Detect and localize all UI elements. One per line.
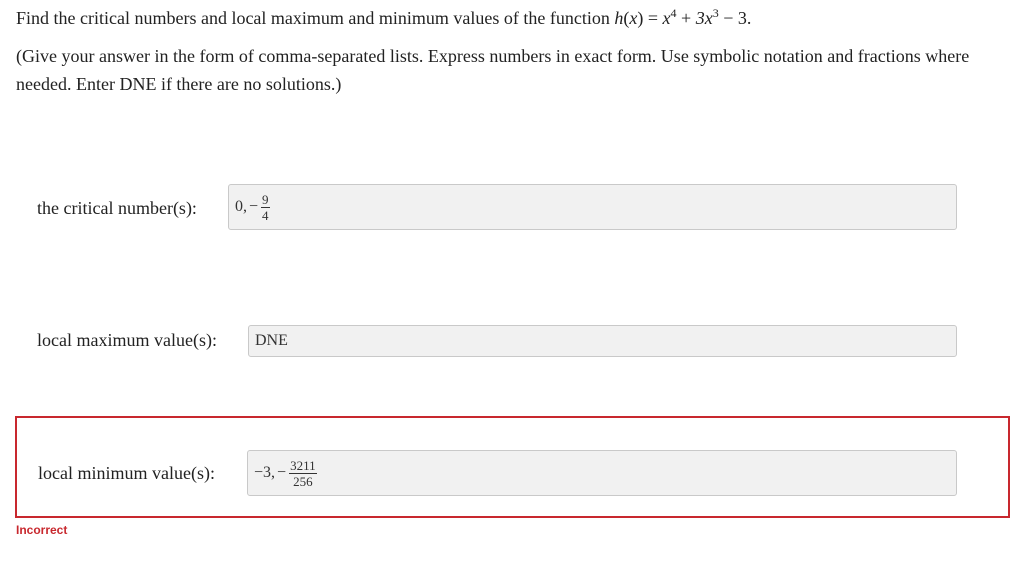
critical-value-lead: 0, (235, 198, 247, 215)
question-text: Find the critical numbers and local maxi… (16, 6, 752, 28)
term2-exponent: 3 (712, 6, 719, 20)
status-incorrect: Incorrect (16, 523, 68, 537)
critical-fraction-denominator: 4 (262, 207, 269, 223)
local-minimum-fraction-denominator: 256 (293, 473, 313, 489)
term1-exponent: 4 (670, 6, 677, 20)
instructions-text: (Give your answer in the form of comma-s… (16, 46, 970, 94)
critical-numbers-label: the critical number(s): (37, 198, 197, 218)
critical-numbers-input[interactable]: 0, − 9 4 (228, 184, 957, 230)
local-minimum-value-sign: − (277, 464, 287, 481)
local-minimum-input[interactable]: −3, − 3211 256 (247, 450, 957, 496)
local-minimum-fraction: 3211 256 (289, 459, 317, 488)
equals-sign: = (647, 8, 659, 28)
question-prefix: Find the critical numbers and local maxi… (16, 8, 610, 28)
local-minimum-value-lead: −3, (254, 464, 276, 481)
constant-term: 3. (737, 8, 752, 28)
function-name: h (614, 8, 624, 28)
critical-value-sign: − (249, 198, 259, 215)
term2-base: 3x (695, 8, 713, 28)
minus-sign: − (723, 8, 734, 28)
function-variable: x (629, 8, 638, 28)
critical-fraction-numerator: 9 (261, 191, 270, 208)
term1-base: x (662, 8, 671, 28)
plus-sign: + (681, 8, 692, 28)
local-maximum-label: local maximum value(s): (37, 330, 217, 350)
local-minimum-fraction-numerator: 3211 (289, 457, 317, 474)
local-maximum-input[interactable]: DNE (248, 325, 957, 357)
critical-fraction: 9 4 (261, 193, 270, 222)
local-maximum-value: DNE (255, 332, 288, 349)
local-minimum-label: local minimum value(s): (38, 463, 215, 483)
